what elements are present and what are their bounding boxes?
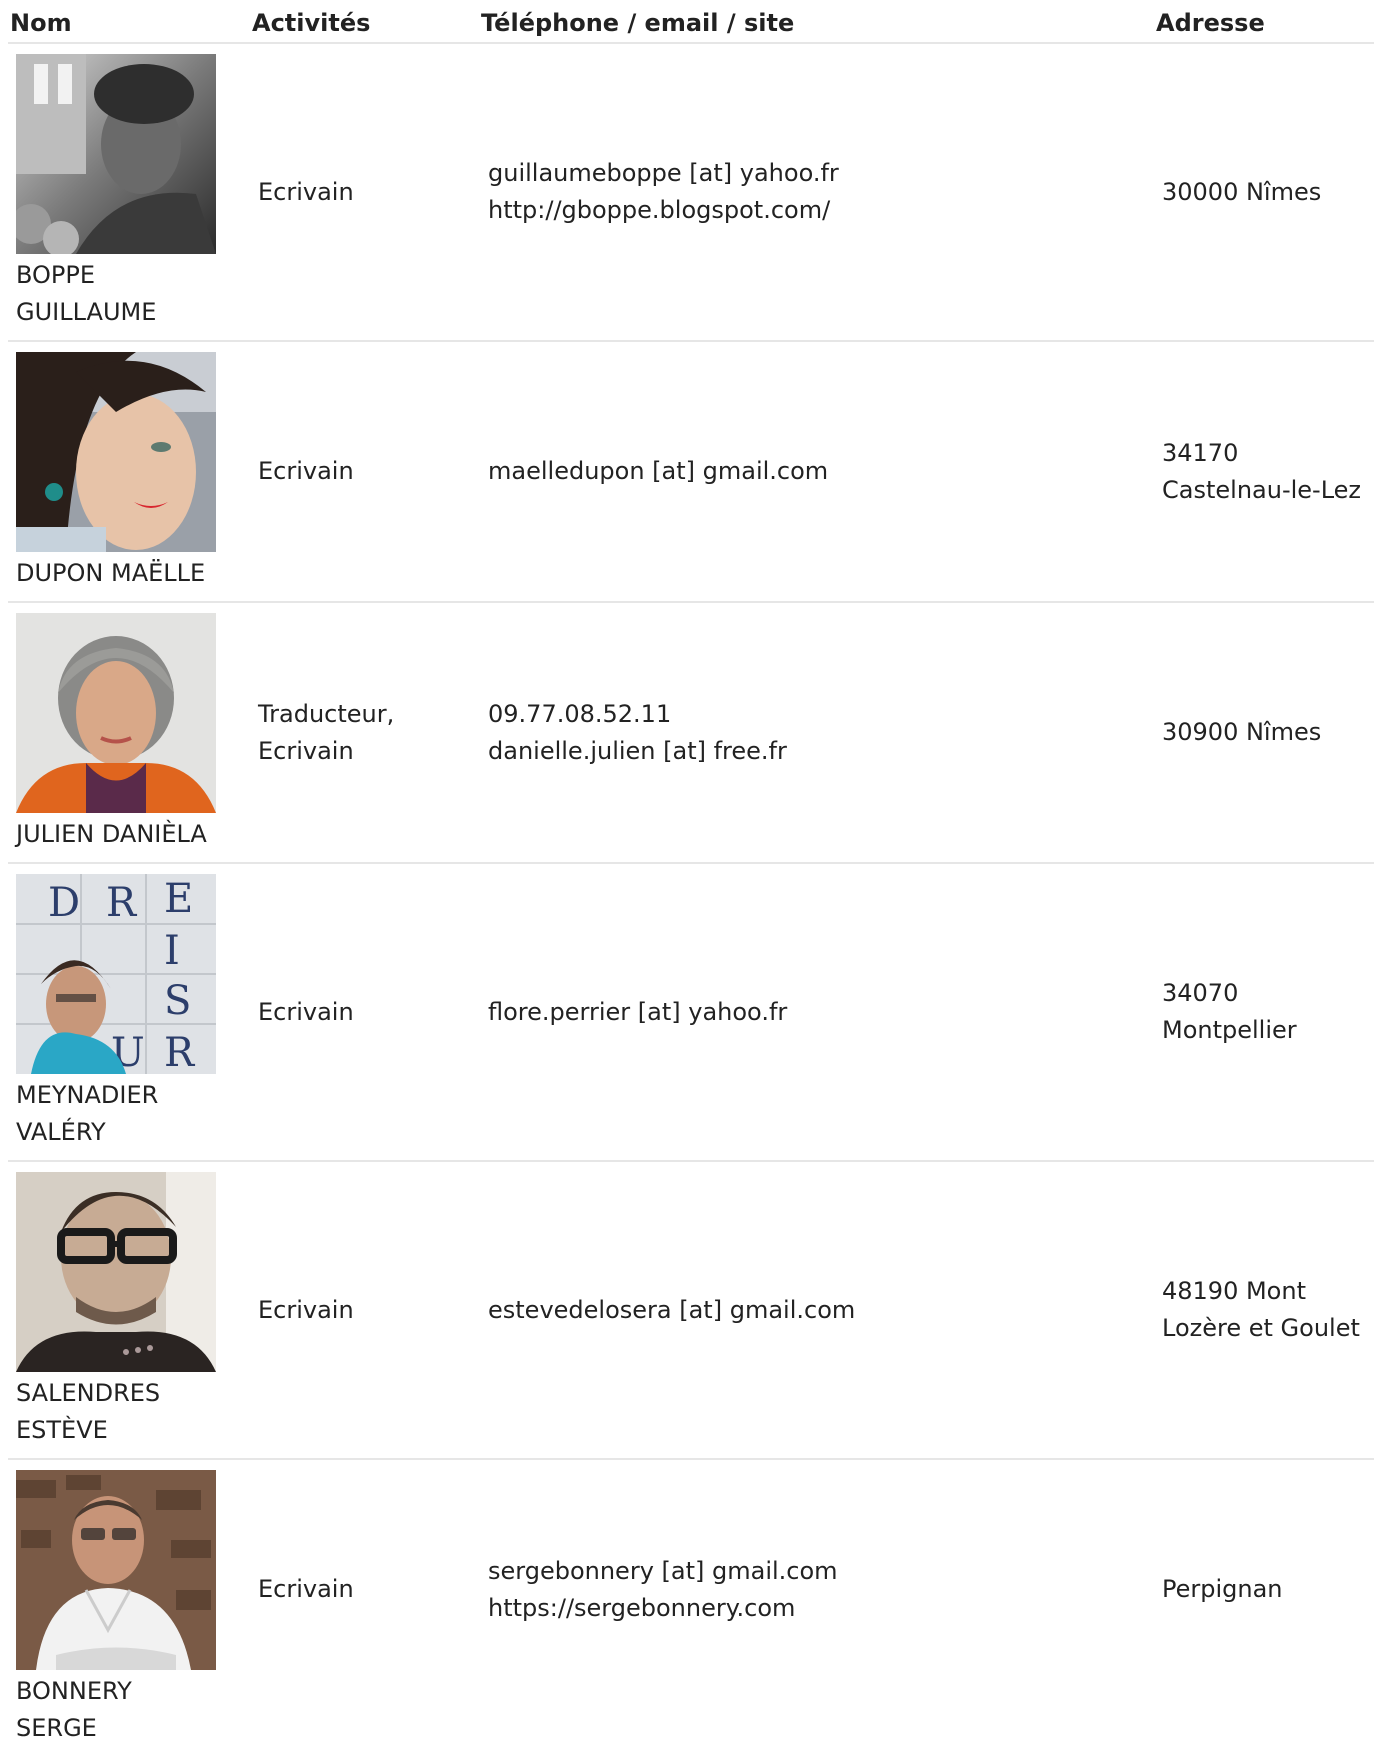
author-name: JULIEN DANIÈLA [16, 820, 207, 848]
author-photo[interactable]: D R E I S R U [16, 874, 216, 1074]
svg-text:R: R [164, 1030, 196, 1074]
name-cell: JULIEN DANIÈLA [16, 613, 236, 853]
svg-text:I: I [164, 928, 180, 974]
column-header-adresse: Adresse [1156, 9, 1265, 37]
activity-text: Traducteur, Ecrivain [258, 699, 395, 765]
address-text: Perpignan [1162, 1575, 1283, 1603]
table-row: D R E I S R U MEYNADIER VALÉRY Ecrivain … [8, 864, 1374, 1162]
address-cell: 34170 Castelnau-le-Lez [1162, 342, 1372, 601]
name-cell: DUPON MAËLLE [16, 352, 236, 592]
svg-text:S: S [164, 978, 191, 1024]
address-text: 48190 Mont Lozère et Goulet [1162, 1277, 1360, 1342]
author-name: BOPPE GUILLAUME [16, 261, 157, 326]
author-name: MEYNADIER VALÉRY [16, 1081, 159, 1146]
activity-text: Ecrivain [258, 997, 354, 1026]
contact-website[interactable]: https://sergebonnery.com [488, 1590, 1128, 1627]
activity-cell: Ecrivain [258, 1162, 458, 1458]
name-cell: SALENDRES ESTÈVE [16, 1172, 236, 1449]
contact-cell: estevedelosera [at] gmail.com [488, 1162, 1128, 1458]
address-cell: 34070 Montpellier [1162, 864, 1372, 1160]
contact-email[interactable]: maelledupon [at] gmail.com [488, 453, 1128, 490]
author-name: SALENDRES ESTÈVE [16, 1379, 161, 1444]
column-header-contact: Téléphone / email / site [481, 9, 795, 37]
activity-text: Ecrivain [258, 457, 354, 485]
table-header: Nom Activités Téléphone / email / site A… [8, 0, 1374, 44]
address-cell: 48190 Mont Lozère et Goulet [1162, 1162, 1372, 1458]
address-text: 34170 Castelnau-le-Lez [1162, 438, 1362, 504]
address-cell: 30900 Nîmes [1162, 603, 1372, 862]
author-photo[interactable] [16, 54, 216, 254]
table-row: BONNERY SERGE Ecrivain sergebonnery [at]… [8, 1460, 1374, 1742]
table-row: SALENDRES ESTÈVE Ecrivain estevedelosera… [8, 1162, 1374, 1460]
activity-cell: Ecrivain [258, 1460, 458, 1719]
activity-cell: Ecrivain [258, 864, 458, 1160]
author-photo[interactable] [16, 613, 216, 813]
address-cell: 30000 Nîmes [1162, 44, 1372, 340]
name-cell: D R E I S R U MEYNADIER VALÉRY [16, 874, 236, 1151]
contact-email[interactable]: flore.perrier [at] yahoo.fr [488, 994, 1128, 1031]
table-row: DUPON MAËLLE Ecrivain maelledupon [at] g… [8, 342, 1374, 603]
contact-email[interactable]: sergebonnery [at] gmail.com [488, 1553, 1128, 1590]
contact-email[interactable]: estevedelosera [at] gmail.com [488, 1292, 1128, 1329]
column-header-activites: Activités [252, 9, 371, 37]
author-name: BONNERY SERGE [16, 1677, 132, 1742]
table-row: BOPPE GUILLAUME Ecrivain guillaumeboppe … [8, 44, 1374, 342]
contact-email[interactable]: guillaumeboppe [at] yahoo.fr [488, 155, 1128, 192]
contact-cell: flore.perrier [at] yahoo.fr [488, 864, 1128, 1160]
contact-phone[interactable]: 09.77.08.52.11 [488, 696, 1128, 733]
address-text: 30000 Nîmes [1162, 177, 1322, 206]
address-text: 34070 Montpellier [1162, 979, 1297, 1044]
activity-text: Ecrivain [258, 177, 354, 206]
address-cell: Perpignan [1162, 1460, 1372, 1719]
author-photo[interactable] [16, 1172, 216, 1372]
address-text: 30900 Nîmes [1162, 718, 1322, 746]
svg-text:D: D [48, 880, 80, 926]
table-row: JULIEN DANIÈLA Traducteur, Ecrivain 09.7… [8, 603, 1374, 864]
author-name: DUPON MAËLLE [16, 559, 206, 587]
activity-cell: Ecrivain [258, 342, 458, 601]
authors-table: Nom Activités Téléphone / email / site A… [8, 0, 1374, 1742]
svg-text:E: E [164, 876, 193, 922]
activity-text: Ecrivain [258, 1575, 354, 1603]
contact-website[interactable]: http://gboppe.blogspot.com/ [488, 192, 1128, 229]
activity-cell: Traducteur, Ecrivain [258, 603, 458, 862]
name-cell: BONNERY SERGE [16, 1470, 236, 1747]
author-photo[interactable] [16, 1470, 216, 1670]
contact-email[interactable]: danielle.julien [at] free.fr [488, 733, 1128, 770]
contact-cell: maelledupon [at] gmail.com [488, 342, 1128, 601]
activity-cell: Ecrivain [258, 44, 458, 340]
name-cell: BOPPE GUILLAUME [16, 54, 236, 331]
svg-text:R: R [106, 880, 138, 926]
column-header-nom: Nom [10, 9, 72, 37]
contact-cell: sergebonnery [at] gmail.com https://serg… [488, 1460, 1128, 1719]
activity-text: Ecrivain [258, 1295, 354, 1324]
contact-cell: guillaumeboppe [at] yahoo.fr http://gbop… [488, 44, 1128, 340]
author-photo[interactable] [16, 352, 216, 552]
contact-cell: 09.77.08.52.11 danielle.julien [at] free… [488, 603, 1128, 862]
